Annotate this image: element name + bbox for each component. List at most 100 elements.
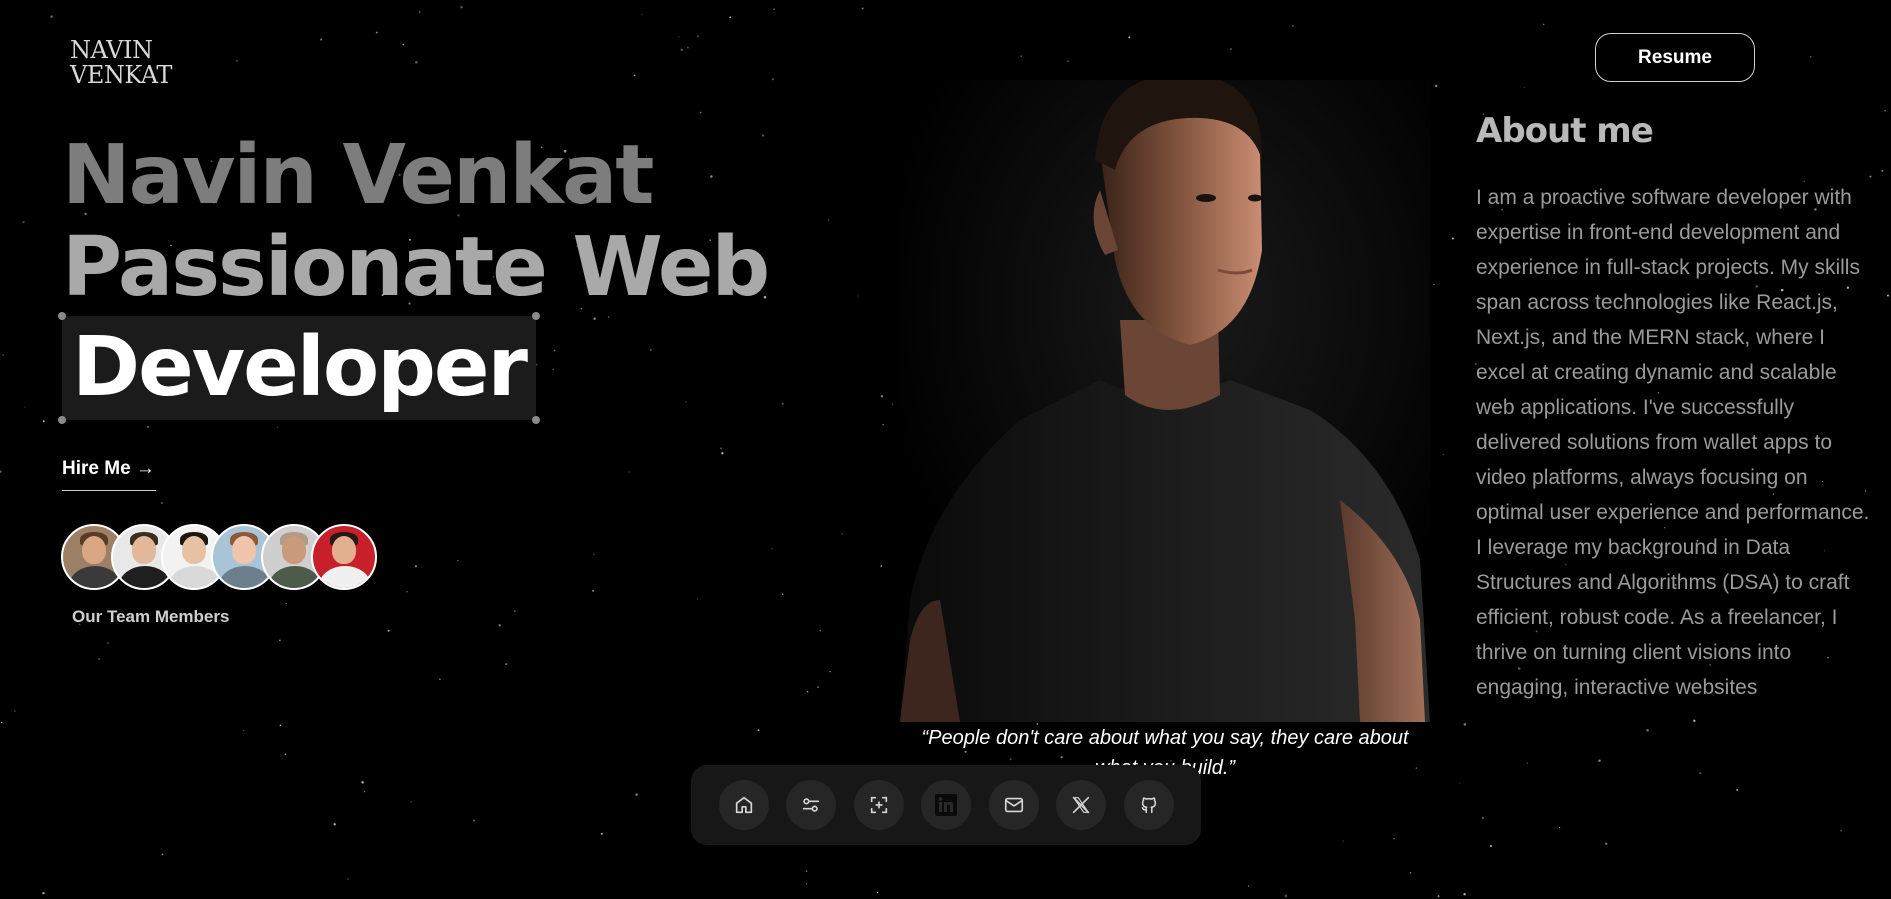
logo-line-2: VENKAT (70, 61, 172, 89)
home-icon[interactable] (718, 780, 769, 830)
star (771, 78, 774, 81)
star (678, 36, 680, 38)
star (771, 548, 773, 550)
star (829, 670, 831, 673)
star (805, 883, 808, 885)
star (1435, 84, 1438, 88)
selection-handle (531, 312, 540, 320)
star (841, 533, 843, 535)
star (1490, 845, 1492, 847)
hire-me-link[interactable]: Hire Me → (62, 458, 156, 491)
star (1437, 895, 1440, 897)
star (593, 553, 595, 555)
star (514, 610, 516, 612)
star (498, 624, 501, 627)
star (1699, 772, 1702, 775)
selection-handle (58, 312, 66, 320)
github-icon[interactable] (1123, 780, 1174, 830)
selection-handle (58, 416, 66, 424)
star (1459, 782, 1461, 784)
star (1840, 829, 1842, 832)
star (781, 402, 784, 405)
profile-portrait (900, 80, 1430, 722)
star (363, 790, 366, 793)
star (1693, 719, 1696, 722)
star (375, 31, 378, 34)
focus-icon[interactable] (853, 780, 904, 830)
star (1433, 283, 1435, 286)
star (1881, 169, 1884, 172)
star (880, 395, 884, 398)
star (320, 38, 323, 41)
star (505, 663, 508, 666)
bottom-dock (691, 765, 1201, 845)
star (635, 793, 638, 796)
star (161, 853, 164, 856)
x-twitter-icon[interactable] (1056, 780, 1106, 830)
star (415, 60, 418, 64)
star (782, 593, 784, 595)
star (410, 801, 412, 803)
star (333, 823, 336, 826)
star (1886, 294, 1890, 297)
star (680, 48, 683, 51)
hero-name: Navin Venkat (62, 128, 654, 223)
star (1523, 87, 1525, 89)
star (24, 406, 26, 408)
hero-highlight-box: Developer (58, 312, 540, 424)
star (773, 8, 775, 10)
star (242, 729, 245, 732)
star (1342, 840, 1344, 842)
star (1393, 838, 1395, 840)
star (891, 403, 894, 406)
star (42, 891, 45, 895)
star (42, 420, 45, 423)
star (1646, 729, 1649, 732)
star (2, 354, 5, 356)
star (819, 630, 821, 632)
mail-icon[interactable] (988, 780, 1039, 830)
star (1463, 723, 1467, 726)
avatar[interactable] (311, 524, 377, 590)
star (1229, 47, 1233, 51)
star (600, 832, 603, 835)
about-heading: About me (1476, 111, 1654, 151)
site-logo[interactable]: NAVIN VENKAT (70, 38, 172, 88)
sliders-icon[interactable] (786, 780, 836, 830)
star (828, 219, 830, 221)
star (1409, 871, 1412, 874)
star (699, 111, 702, 114)
star (1604, 842, 1608, 846)
star (628, 471, 630, 473)
star (279, 639, 281, 642)
star (146, 425, 149, 428)
linkedin-icon[interactable] (921, 780, 971, 830)
star (1598, 759, 1601, 762)
star (1736, 788, 1739, 791)
star (1481, 816, 1484, 819)
portfolio-page: NAVIN VENKAT Resume Navin Venkat Passion… (0, 0, 1891, 899)
star (1542, 23, 1545, 26)
star (279, 724, 282, 727)
star (236, 60, 238, 62)
star (106, 641, 109, 645)
star (861, 7, 864, 10)
star (1463, 892, 1466, 896)
star (633, 74, 636, 77)
star (284, 753, 287, 756)
logo-line-1: NAVIN (70, 36, 153, 64)
star (1128, 36, 1131, 39)
star (720, 447, 722, 450)
star (457, 559, 459, 562)
star (414, 565, 418, 568)
star (1884, 109, 1886, 112)
star (402, 43, 405, 46)
star (0, 470, 2, 473)
resume-button[interactable]: Resume (1595, 33, 1755, 82)
star (439, 678, 441, 681)
star (0, 721, 3, 724)
hero-highlight-word: Developer (72, 320, 528, 415)
star (387, 629, 390, 632)
star (285, 602, 287, 605)
star (1292, 25, 1294, 27)
